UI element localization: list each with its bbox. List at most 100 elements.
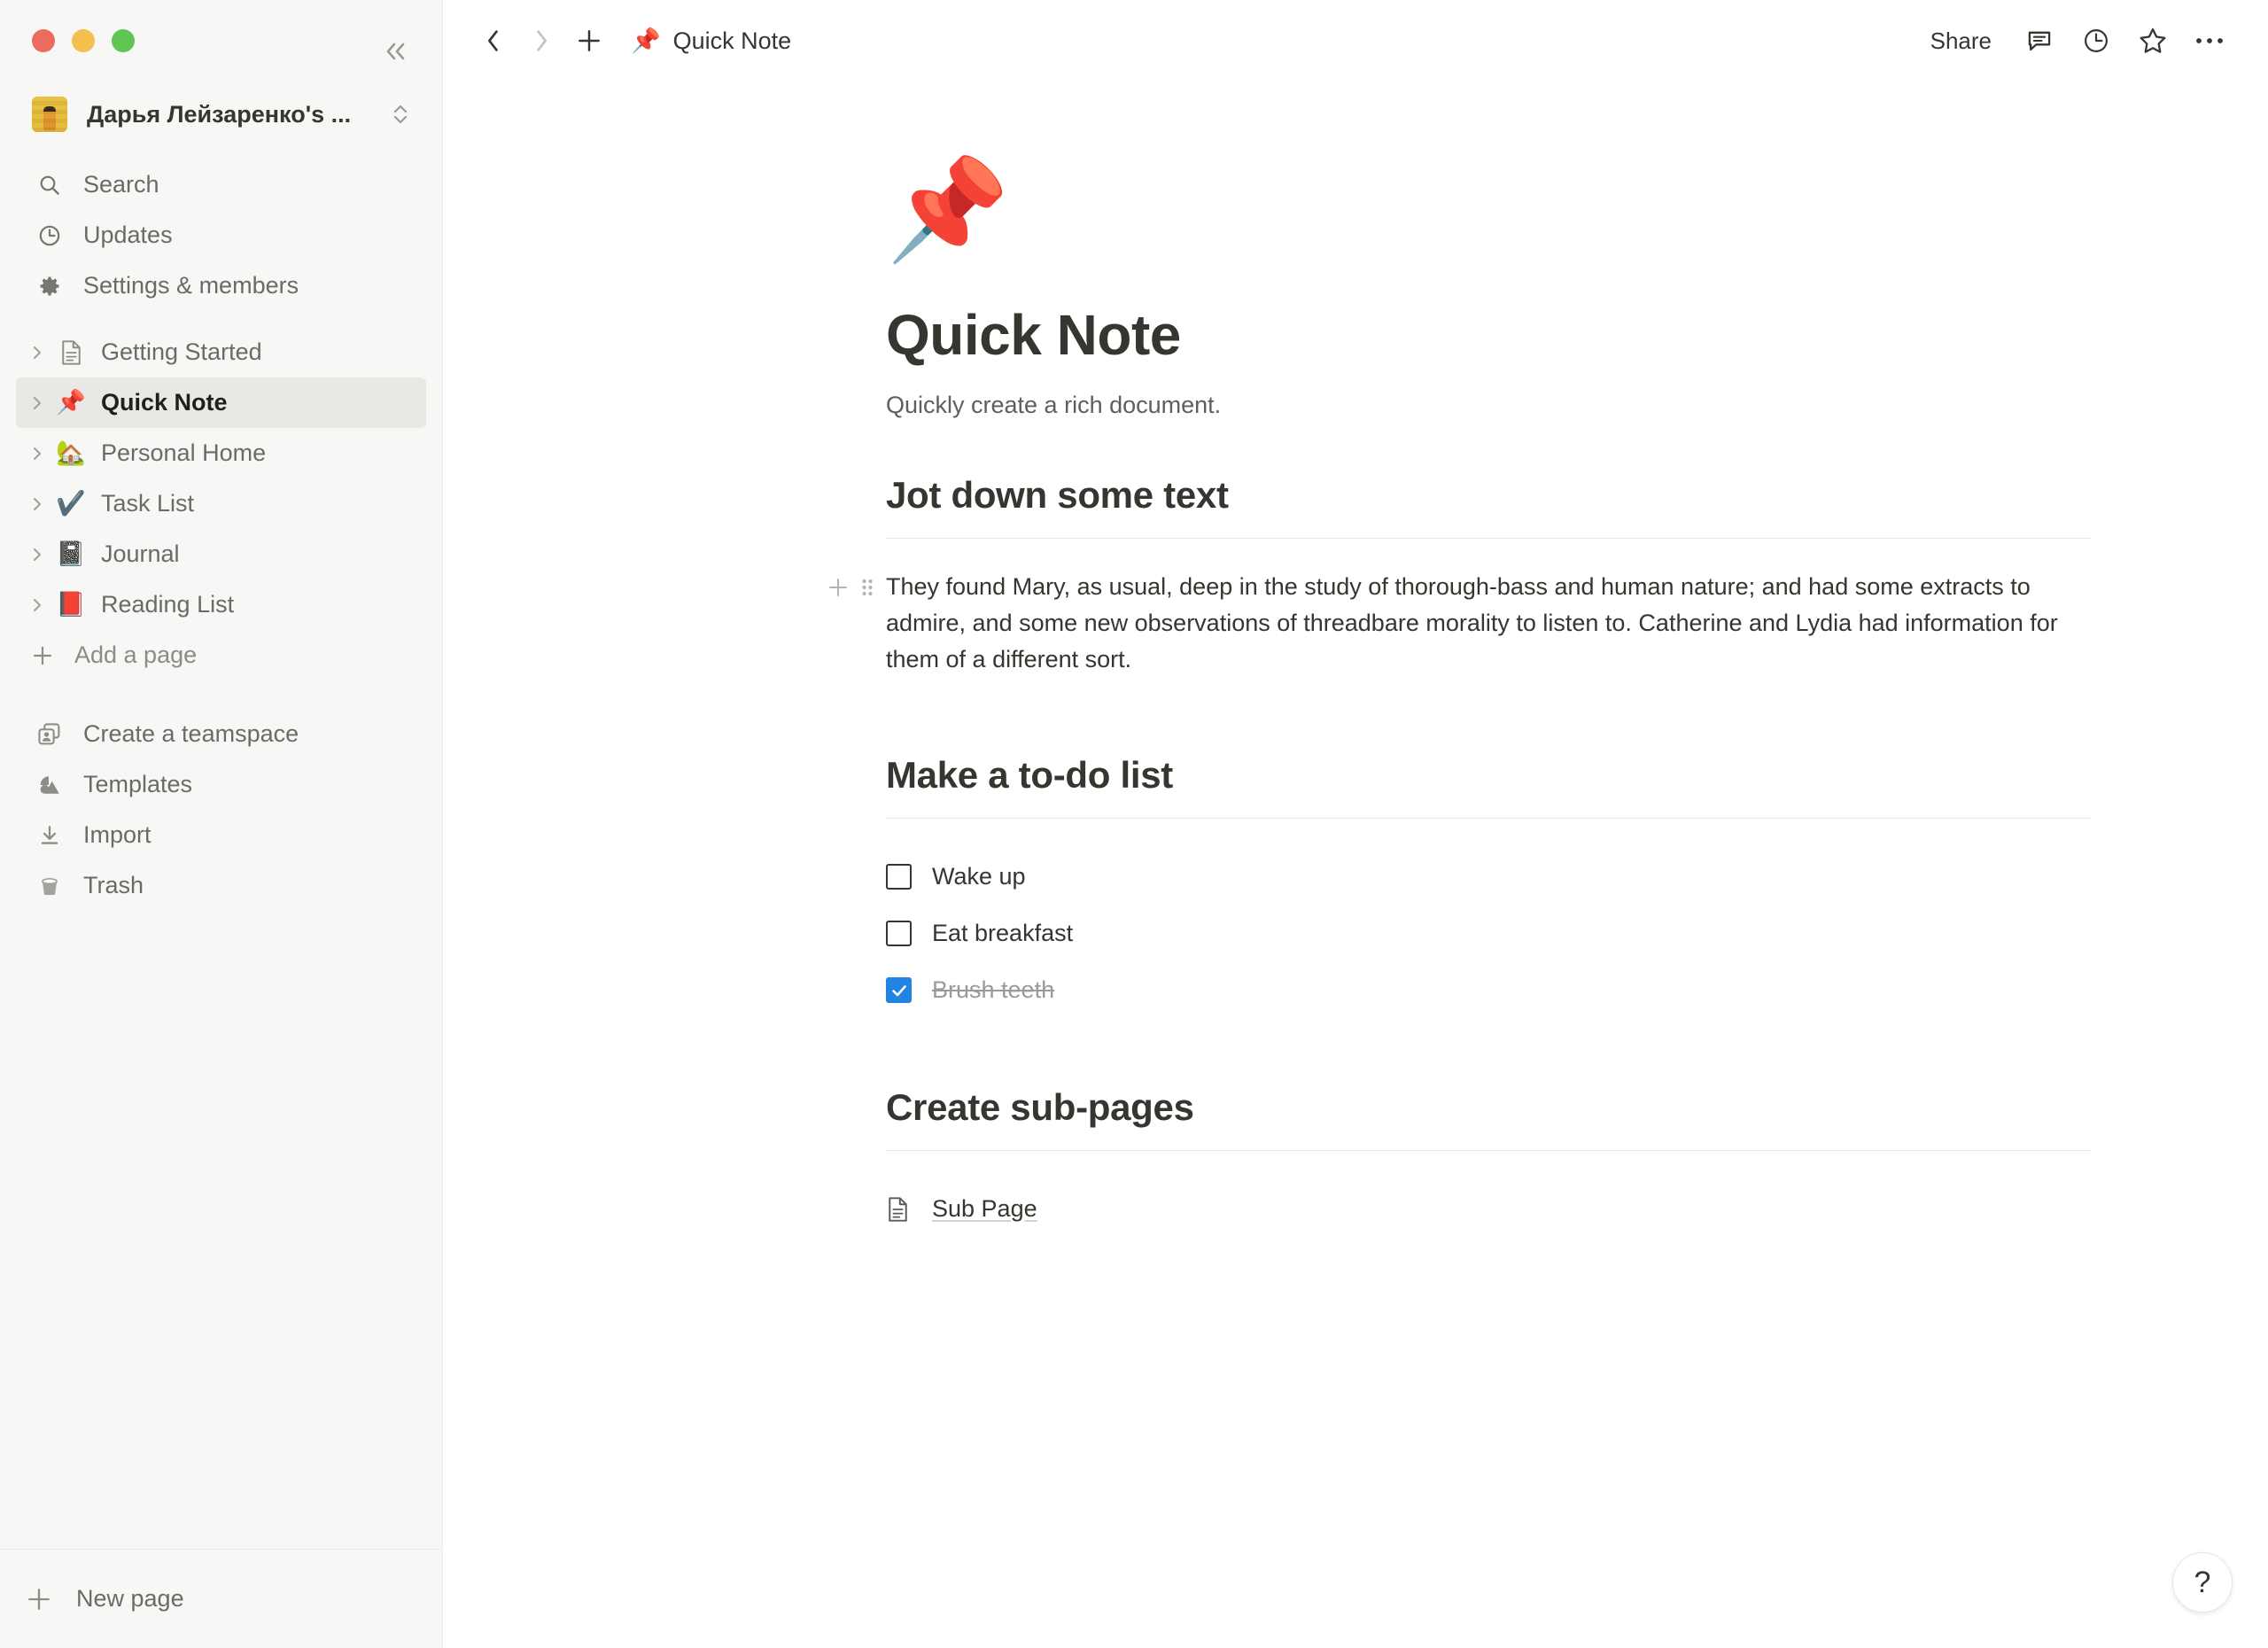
collapse-sidebar-button[interactable] (377, 34, 416, 69)
section-heading[interactable]: Create sub-pages (886, 1086, 2091, 1129)
drag-handle-icon[interactable] (858, 574, 877, 601)
chevron-left-icon (488, 30, 498, 51)
todo-item[interactable]: Brush teeth (886, 962, 2091, 1019)
closed-book-emoji-icon: 📕 (56, 591, 86, 618)
toolbar-actions: Share (1916, 18, 2233, 64)
trash-icon (32, 874, 67, 898)
document-body: 📌 Quick Note Quickly create a rich docum… (443, 152, 2268, 1238)
chevron-right-icon (537, 30, 547, 51)
sidebar: Дарья Лейзаренко's ... Search Updates Se… (0, 0, 443, 1648)
comments-button[interactable] (2016, 18, 2062, 64)
top-toolbar: 📌 Quick Note Share (443, 0, 2268, 82)
sidebar-tool-label: Trash (83, 872, 144, 898)
share-button[interactable]: Share (1916, 19, 2006, 63)
section-heading[interactable]: Make a to-do list (886, 754, 2091, 797)
pushpin-emoji-icon: 📌 (56, 389, 86, 416)
sidebar-item-personal-home[interactable]: 🏡 Personal Home (16, 428, 426, 478)
add-a-page-button[interactable]: Add a page (16, 630, 426, 680)
breadcrumb[interactable]: 📌 Quick Note (622, 22, 800, 60)
sidebar-item-templates[interactable]: Templates (16, 759, 426, 810)
todo-label[interactable]: Eat breakfast (932, 920, 1073, 947)
todo-label[interactable]: Brush teeth (932, 976, 1054, 1004)
back-button[interactable] (473, 20, 514, 61)
checkbox-unchecked-icon[interactable] (886, 864, 912, 890)
new-page-label: New page (76, 1585, 184, 1612)
paragraph-block[interactable]: They found Mary, as usual, deep in the s… (829, 569, 2091, 678)
sidebar-tool-label: Import (83, 821, 151, 848)
sidebar-page-label: Journal (101, 540, 180, 567)
sidebar-page-label: Personal Home (101, 439, 267, 466)
add-page-label: Add a page (74, 641, 198, 668)
sidebar-item-label: Search (83, 171, 159, 198)
workspace-switcher[interactable]: Дарья Лейзаренко's ... (16, 82, 426, 147)
section-divider (886, 1149, 2091, 1151)
sidebar-footer: New page (0, 1549, 443, 1648)
window-controls-row (0, 0, 442, 82)
sidebar-item-label: Updates (83, 222, 173, 248)
minimize-window-button[interactable] (72, 29, 95, 52)
page-description[interactable]: Quickly create a rich document. (886, 392, 2091, 419)
sidebar-item-import[interactable]: Import (16, 810, 426, 860)
sidebar-tool-label: Create a teamspace (83, 720, 299, 747)
chevron-right-icon[interactable] (21, 494, 53, 515)
subpage-link[interactable]: Sub Page (886, 1181, 2091, 1238)
sidebar-item-search[interactable]: Search (16, 159, 426, 210)
chevron-right-icon[interactable] (21, 342, 53, 363)
main-content: 📌 Quick Note Share 📌 Quick Note Quickly … (443, 0, 2268, 1648)
sidebar-tools: Create a teamspace Templates Import Tras… (0, 680, 442, 911)
sidebar-item-label: Settings & members (83, 272, 299, 299)
sidebar-page-label: Reading List (101, 591, 235, 618)
todo-item[interactable]: Eat breakfast (886, 906, 2091, 962)
todo-label[interactable]: Wake up (932, 863, 1026, 890)
import-icon (32, 823, 67, 848)
chevron-right-icon[interactable] (21, 443, 53, 464)
favorite-button[interactable] (2130, 18, 2176, 64)
house-emoji-icon: 🏡 (56, 439, 86, 466)
traffic-lights (32, 29, 135, 52)
pushpin-emoji-icon: 📌 (631, 27, 661, 54)
sidebar-item-trash[interactable]: Trash (16, 860, 426, 911)
paragraph-text[interactable]: They found Mary, as usual, deep in the s… (886, 569, 2091, 678)
double-chevron-left-icon (386, 43, 405, 60)
more-options-button[interactable] (2186, 18, 2233, 64)
close-window-button[interactable] (32, 29, 55, 52)
sidebar-page-label: Task List (101, 490, 195, 517)
help-button[interactable]: ? (2172, 1552, 2233, 1613)
gear-icon (32, 274, 67, 299)
comment-icon (2028, 31, 2051, 51)
avatar (32, 97, 67, 132)
section-heading[interactable]: Jot down some text (886, 474, 2091, 517)
page-emoji-pushpin-icon[interactable]: 📌 (886, 152, 2091, 268)
sidebar-item-updates[interactable]: Updates (16, 210, 426, 260)
sidebar-item-getting-started[interactable]: Getting Started (16, 327, 426, 377)
sidebar-page-label: Quick Note (101, 389, 228, 416)
page-title[interactable]: Quick Note (886, 303, 2091, 369)
document-icon (886, 1196, 914, 1223)
sidebar-item-quick-note[interactable]: 📌 Quick Note (16, 377, 426, 428)
add-block-plus-icon[interactable] (826, 575, 850, 600)
sidebar-item-reading-list[interactable]: 📕 Reading List (16, 579, 426, 630)
block-handles (826, 574, 877, 601)
maximize-window-button[interactable] (112, 29, 135, 52)
forward-button[interactable] (521, 20, 562, 61)
todo-item[interactable]: Wake up (886, 849, 2091, 906)
subpage-label[interactable]: Sub Page (932, 1195, 1037, 1223)
page-history-button[interactable] (2073, 18, 2119, 64)
section-divider (886, 817, 2091, 819)
sidebar-item-settings[interactable]: Settings & members (16, 260, 426, 311)
sidebar-item-task-list[interactable]: ✔️ Task List (16, 478, 426, 529)
new-page-toolbar-button[interactable] (569, 20, 610, 61)
new-page-button[interactable]: New page (21, 1585, 184, 1613)
clock-icon (2085, 29, 2108, 52)
checkmark-emoji-icon: ✔️ (56, 490, 86, 517)
chevron-right-icon[interactable] (21, 393, 53, 414)
chevron-right-icon[interactable] (21, 595, 53, 616)
chevron-right-icon[interactable] (21, 544, 53, 565)
notebook-emoji-icon: 📓 (56, 540, 86, 567)
sidebar-item-create-teamspace[interactable]: Create a teamspace (16, 709, 426, 759)
checkbox-checked-icon[interactable] (886, 977, 912, 1004)
sidebar-item-journal[interactable]: 📓 Journal (16, 529, 426, 579)
checkbox-unchecked-icon[interactable] (886, 921, 912, 947)
chevron-updown-icon (387, 101, 414, 128)
